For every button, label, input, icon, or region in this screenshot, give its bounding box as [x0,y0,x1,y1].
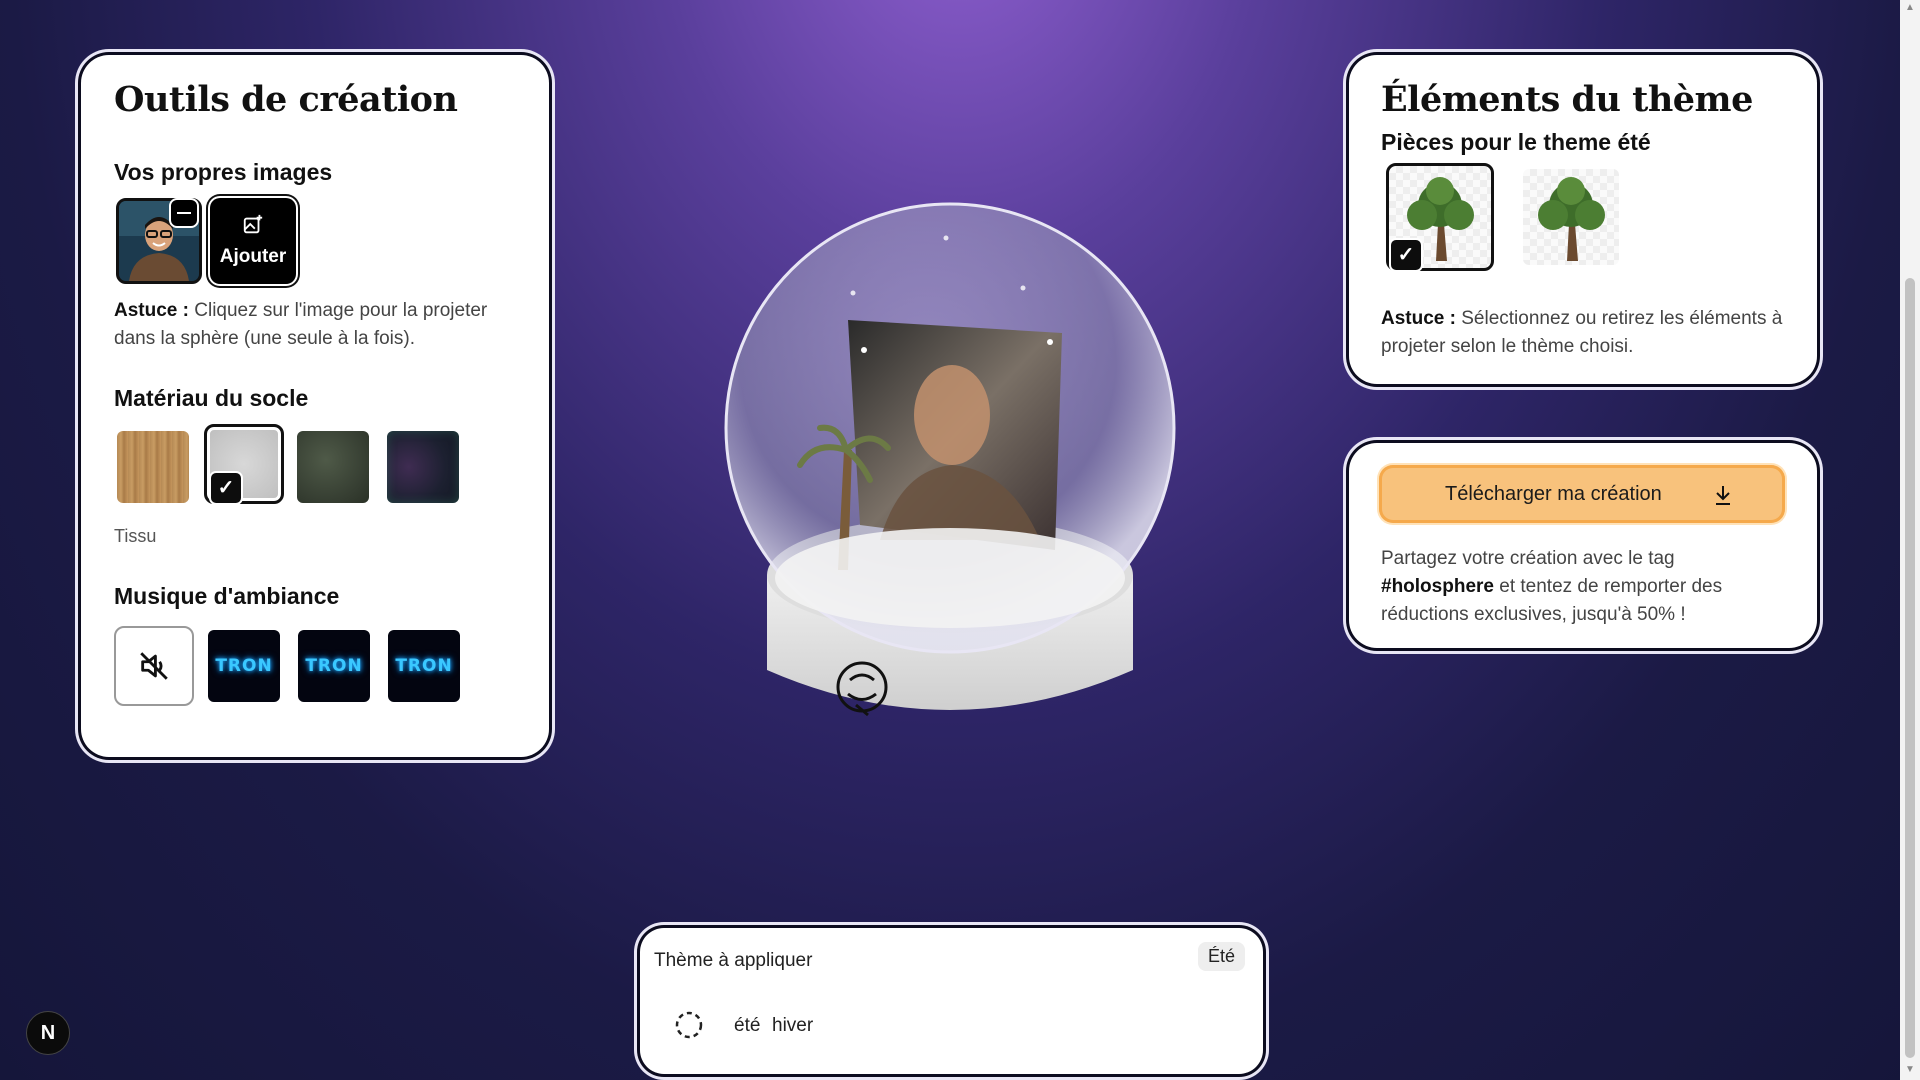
mute-button[interactable] [114,626,194,706]
theme-elements-panel: Éléments du thème Pièces pour le theme é… [1349,55,1817,384]
tree-piece-2[interactable] [1523,169,1619,265]
volume-mute-icon [140,652,168,680]
scroll-up-arrow[interactable]: ▲ [1905,2,1915,13]
share-text: Partagez votre création avec le tag #hol… [1381,545,1791,629]
theme-option-hiver[interactable]: hiver [772,1015,813,1037]
selected-material-name: Tissu [114,526,157,546]
tip-label: Astuce : [1381,308,1456,329]
material-fabric-swatch[interactable]: ✓ [204,424,284,505]
share-text-start: Partagez votre création avec le tag [1381,548,1675,569]
selected-check-icon: ✓ [1389,238,1423,272]
theme-selector-label: Thème à appliquer [654,950,813,971]
current-theme-badge: Été [1198,942,1246,971]
tree-piece-1[interactable]: ✓ [1386,163,1494,272]
ambient-music-heading: Musique d'ambiance [114,583,340,609]
music-track-1[interactable]: TRON [208,630,280,702]
tree-icon [1538,177,1605,261]
theme-elements-tip: Astuce : Sélectionnez ou retirez les élé… [1381,305,1791,361]
theme-selector-panel: Thème à appliquer Été été hiver [640,928,1263,1074]
tip-label: Astuce : [114,300,189,321]
base-material-heading: Matériau du socle [114,385,309,411]
dev-tools-badge[interactable]: N [26,1011,70,1055]
loading-spinner-icon [675,1011,703,1039]
minus-icon [177,212,191,214]
download-icon [1716,486,1730,505]
add-image-label: Ajouter [219,246,287,267]
remove-image-button[interactable] [169,198,199,228]
music-track-3[interactable]: TRON [388,630,460,702]
download-button-label: Télécharger ma création [1445,483,1662,505]
own-images-heading: Vos propres images [114,159,333,185]
theme-option-ete[interactable]: été [734,1015,760,1037]
theme-elements-title: Éléments du thème [1381,79,1753,120]
add-image-icon [243,214,263,234]
download-panel: Télécharger ma création Partagez votre c… [1349,443,1817,648]
theme-pieces-subtitle: Pièces pour le theme été [1381,129,1651,155]
own-images-tip: Astuce : Cliquez sur l'image pour la pro… [114,297,514,353]
share-tag: #holosphere [1381,576,1494,597]
material-wood-swatch[interactable] [117,431,189,503]
music-track-2[interactable]: TRON [298,630,370,702]
panel-title: Outils de création [114,79,458,120]
material-moss-swatch[interactable] [297,431,369,503]
globe-render [724,202,1176,717]
download-button[interactable]: Télécharger ma création [1379,465,1785,523]
creation-tools-panel: Outils de création Vos propres images Aj… [81,55,549,757]
selected-check-icon: ✓ [209,471,243,505]
vertical-scrollbar[interactable]: ▲ ▼ [1900,0,1920,1080]
scroll-down-arrow[interactable]: ▼ [1905,1064,1915,1075]
scrollbar-thumb[interactable] [1905,278,1915,1058]
material-dark-neon-swatch[interactable] [387,431,459,503]
snow-globe-preview[interactable] [720,200,1180,745]
add-image-button[interactable]: Ajouter [210,198,296,284]
